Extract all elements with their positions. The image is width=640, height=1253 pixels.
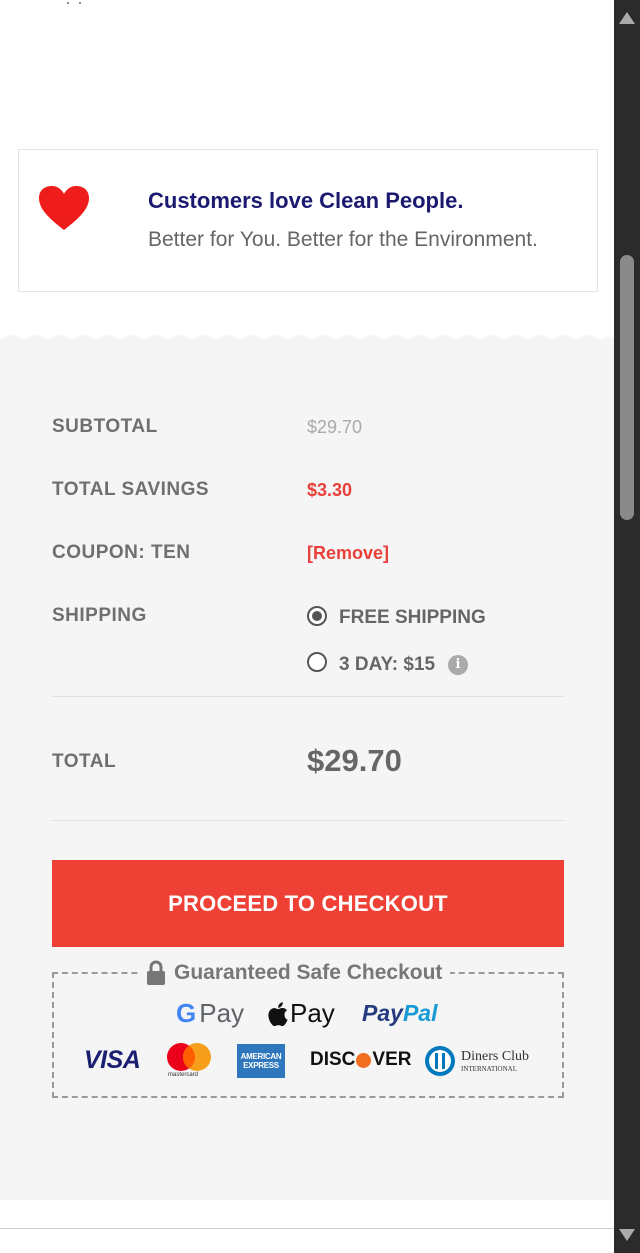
diners-club-text: Diners Club INTERNATIONAL xyxy=(461,1049,529,1073)
diners-club-icon xyxy=(425,1046,455,1076)
visa-logo: VISA xyxy=(84,1046,141,1075)
safe-checkout-text: Guaranteed Safe Checkout xyxy=(174,961,443,984)
savings-value: $3.30 xyxy=(307,480,353,500)
shipping-label: SHIPPING xyxy=(52,605,147,626)
promo-title: Customers love Clean People. xyxy=(148,188,464,213)
apple-pay-text: Pay xyxy=(290,998,335,1028)
bottom-divider xyxy=(0,1228,614,1229)
heart-icon xyxy=(39,186,89,230)
discover-logo: DISC VER xyxy=(310,1049,411,1071)
scrollbar[interactable] xyxy=(614,0,640,1253)
free-shipping-radio[interactable] xyxy=(307,606,327,626)
google-pay-logo: G Pay xyxy=(176,998,244,1029)
safe-checkout-title: Guaranteed Safe Checkout xyxy=(138,958,451,988)
card-logos: VISA mastercard AMERICAN EXPRESS DISC VE… xyxy=(80,1040,540,1082)
divider xyxy=(52,696,564,697)
visa-text: VISA xyxy=(84,1046,141,1074)
diners-line2: INTERNATIONAL xyxy=(461,1065,517,1073)
cart-page: ' . . Customers love Clean People. Bette… xyxy=(0,0,614,1253)
diners-club-logo: Diners Club INTERNATIONAL xyxy=(421,1045,529,1077)
subtotal-value: $29.70 xyxy=(307,417,363,437)
cut-off-text: ' . . xyxy=(55,0,83,9)
diners-line1: Diners Club xyxy=(461,1049,530,1064)
free-shipping-label[interactable]: FREE SHIPPING xyxy=(339,607,486,629)
three-day-shipping-radio[interactable] xyxy=(307,652,327,672)
scroll-up-arrow-icon[interactable] xyxy=(619,12,635,24)
amex-logo: AMERICAN EXPRESS xyxy=(237,1044,285,1078)
amex-line2: EXPRESS xyxy=(243,1061,279,1070)
google-g-icon: G xyxy=(176,998,197,1028)
scroll-down-arrow-icon[interactable] xyxy=(619,1229,635,1241)
total-label: TOTAL xyxy=(52,751,117,772)
info-icon[interactable]: i xyxy=(448,655,468,675)
discover-post-text: VER xyxy=(372,1049,412,1070)
amex-line1: AMERICAN xyxy=(240,1052,282,1061)
mastercard-text: mastercard xyxy=(168,1072,199,1078)
paypal-logo: Pay Pal xyxy=(362,1000,437,1027)
apple-icon xyxy=(268,1001,288,1026)
three-day-shipping-label[interactable]: 3 DAY: $15 xyxy=(339,654,435,676)
promo-card: Customers love Clean People. Better for … xyxy=(18,149,598,292)
promo-subtitle: Better for You. Better for the Environme… xyxy=(148,228,538,251)
scrollbar-thumb[interactable] xyxy=(620,255,634,520)
divider xyxy=(52,820,564,821)
paypal-pal-text: Pal xyxy=(402,1000,438,1026)
subtotal-label: SUBTOTAL xyxy=(52,416,158,437)
coupon-label: COUPON: TEN xyxy=(52,542,191,563)
discover-pre-text: DISC xyxy=(310,1049,356,1070)
apple-pay-logo: Pay xyxy=(268,998,335,1029)
paypal-pay-text: Pay xyxy=(362,1000,403,1026)
mastercard-logo: mastercard xyxy=(166,1042,212,1082)
savings-label: TOTAL SAVINGS xyxy=(52,479,210,500)
discover-o-icon xyxy=(356,1052,372,1068)
lock-icon xyxy=(147,960,165,985)
proceed-to-checkout-button[interactable]: PROCEED TO CHECKOUT xyxy=(52,860,564,947)
total-value: $29.70 xyxy=(307,743,402,778)
remove-coupon-link[interactable]: [Remove] xyxy=(307,543,389,564)
mastercard-icon xyxy=(167,1043,211,1071)
google-pay-text: Pay xyxy=(199,998,245,1028)
